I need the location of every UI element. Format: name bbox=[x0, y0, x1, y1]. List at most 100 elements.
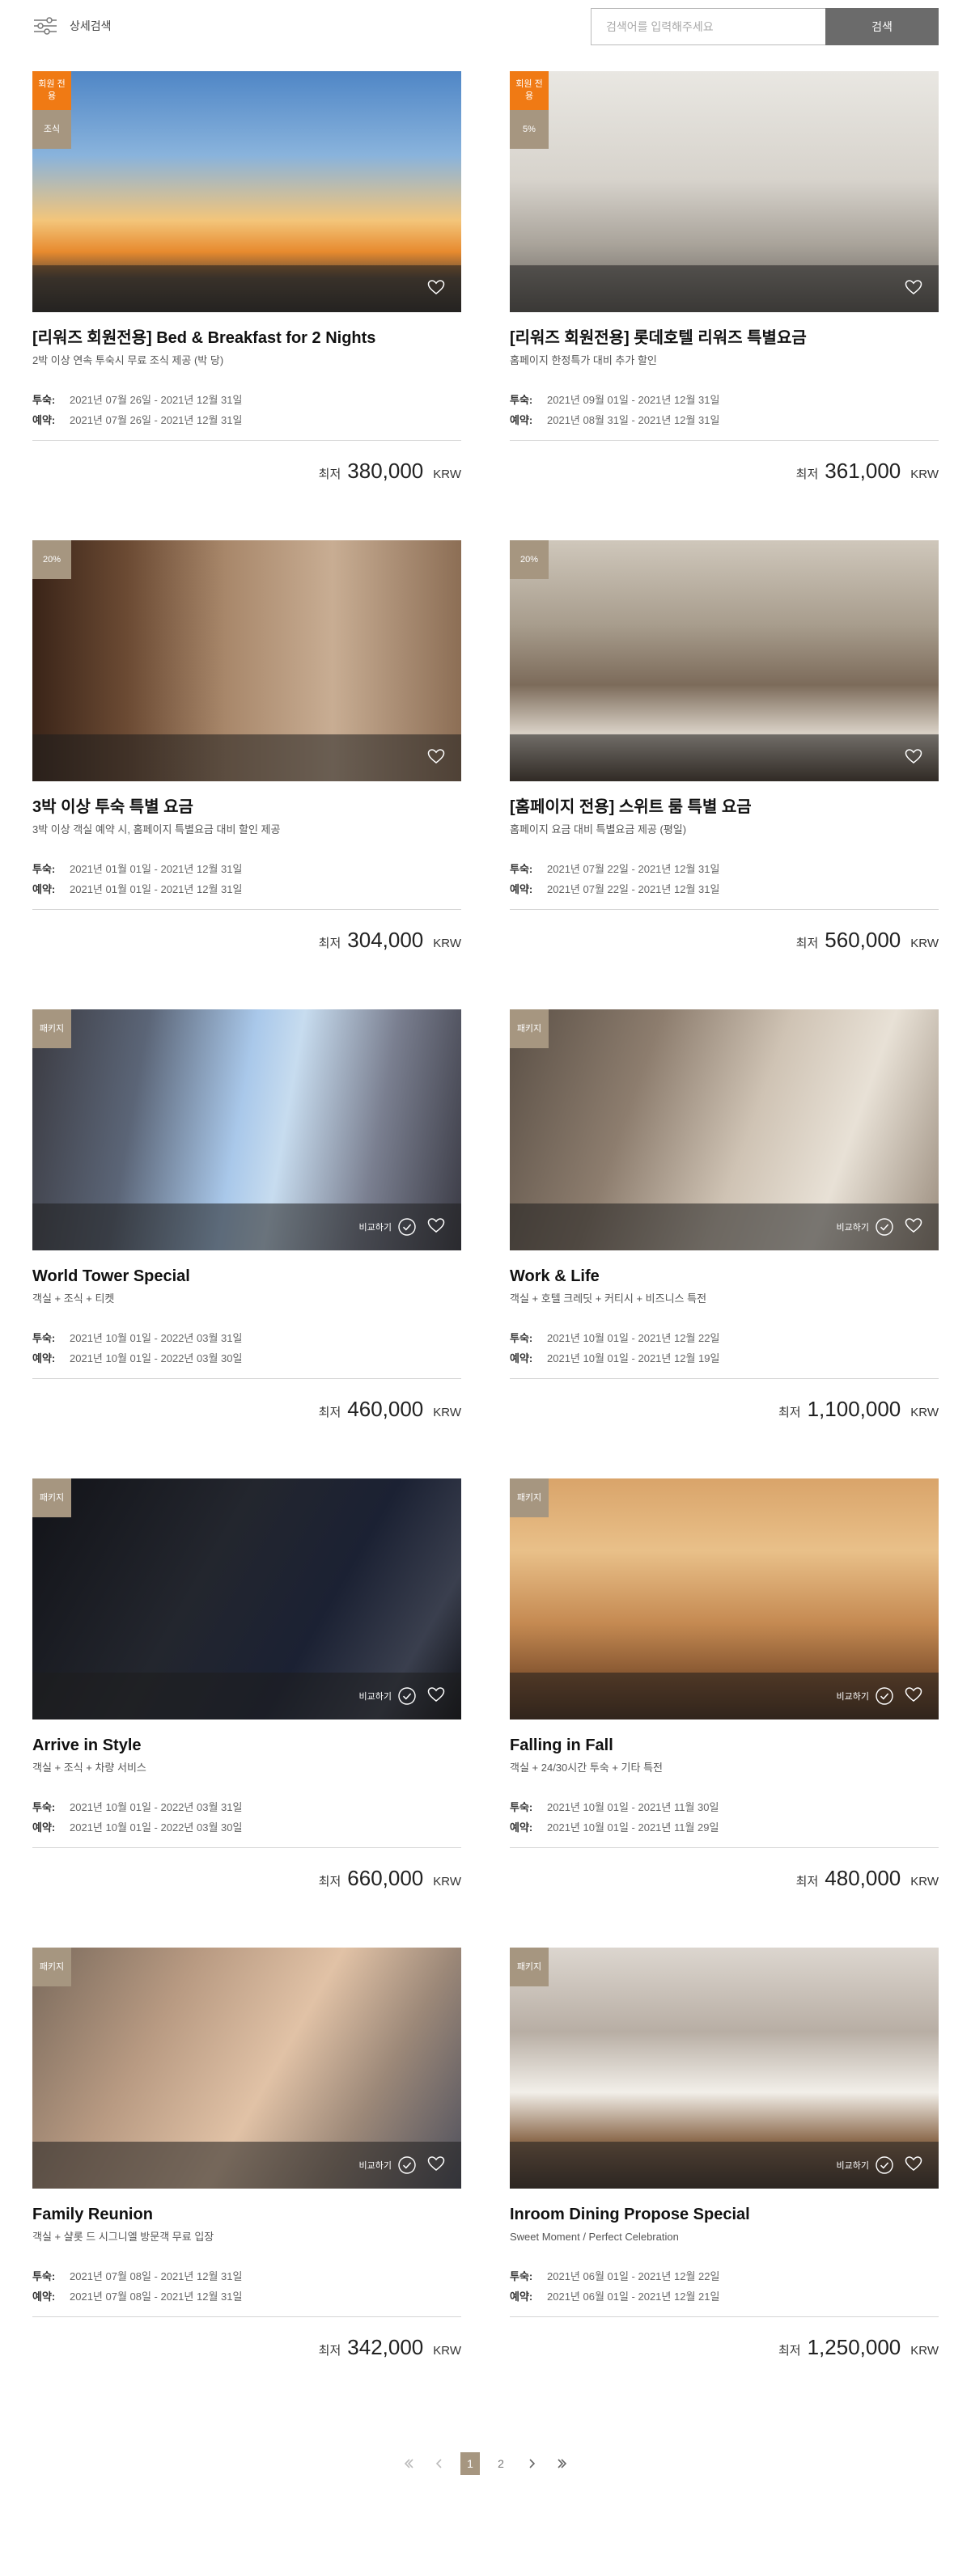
advanced-search-button[interactable]: 상세검색 bbox=[32, 16, 112, 36]
stay-period-dates: 2021년 07월 08일 - 2021년 12월 31일 bbox=[70, 2270, 243, 2282]
tag-stack: 20% bbox=[510, 540, 549, 579]
price-prefix: 최저 bbox=[318, 937, 341, 950]
stay-period-dates: 2021년 07월 26일 - 2021년 12월 31일 bbox=[70, 394, 243, 406]
wishlist-button[interactable] bbox=[903, 1215, 924, 1240]
compare-button[interactable]: 비교하기 bbox=[359, 1216, 418, 1237]
reservation-period: 예약: 2021년 07월 22일 - 2021년 12월 31일 bbox=[510, 879, 939, 899]
compare-button[interactable]: 비교하기 bbox=[359, 2155, 418, 2176]
stay-period: 투숙: 2021년 07월 26일 - 2021년 12월 31일 bbox=[32, 390, 461, 410]
stay-period-label: 투숙: bbox=[32, 1801, 56, 1813]
wishlist-button[interactable] bbox=[903, 1684, 924, 1709]
offer-title[interactable]: Arrive in Style bbox=[32, 1734, 461, 1757]
compare-button[interactable]: 비교하기 bbox=[837, 1686, 895, 1707]
offer-image[interactable]: 20% bbox=[32, 540, 461, 781]
offer-image[interactable]: 회원 전용 조식 bbox=[32, 71, 461, 312]
divider bbox=[510, 1847, 939, 1848]
offer-image[interactable]: 패키지 비교하기 bbox=[32, 1478, 461, 1719]
image-actions: 비교하기 bbox=[359, 1684, 447, 1708]
offer-title[interactable]: [홈페이지 전용] 스위트 룸 특별 요금 bbox=[510, 796, 939, 818]
wishlist-button[interactable] bbox=[426, 1215, 447, 1240]
reservation-period-label: 예약: bbox=[510, 1821, 533, 1834]
price: 최저 460,000 KRW bbox=[32, 1397, 461, 1422]
compare-button[interactable]: 비교하기 bbox=[359, 1686, 418, 1707]
offer-image[interactable]: 20% bbox=[510, 540, 939, 781]
wishlist-button[interactable] bbox=[903, 2153, 924, 2178]
offer-periods: 투숙: 2021년 01월 01일 - 2021년 12월 31일 예약: 2021년… bbox=[32, 859, 461, 899]
compare-label: 비교하기 bbox=[358, 1223, 392, 1233]
last-page-button[interactable] bbox=[553, 2452, 572, 2475]
search-input[interactable] bbox=[591, 8, 825, 45]
offer-title[interactable]: Inroom Dining Propose Special bbox=[510, 2203, 939, 2226]
offer-image[interactable]: 패키지 비교하기 bbox=[32, 1948, 461, 2189]
offer-title[interactable]: Family Reunion bbox=[32, 2203, 461, 2226]
page-1-button[interactable]: 1 bbox=[460, 2452, 480, 2475]
wishlist-button[interactable] bbox=[426, 2153, 447, 2178]
offer-title[interactable]: [리워즈 회원전용] 롯데호텔 리워즈 특별요금 bbox=[510, 327, 939, 349]
offer-image[interactable]: 회원 전용 5% bbox=[510, 71, 939, 312]
offer-tag: 조식 bbox=[32, 110, 71, 149]
offer-card: 패키지 비교하기 Work & Life 객실 + 호텔 크레딧 + 커티시 + 비즈… bbox=[510, 1009, 939, 1478]
offer-title[interactable]: Falling in Fall bbox=[510, 1734, 939, 1757]
price-value: 1,100,000 bbox=[807, 1397, 901, 1421]
wishlist-button[interactable] bbox=[903, 746, 924, 771]
wishlist-button[interactable] bbox=[426, 277, 447, 302]
first-page-button[interactable] bbox=[399, 2452, 418, 2475]
stay-period: 투숙: 2021년 10월 01일 - 2022년 03월 31일 bbox=[32, 1797, 461, 1817]
compare-button[interactable]: 비교하기 bbox=[837, 2155, 895, 2176]
divider bbox=[32, 440, 461, 441]
wishlist-button[interactable] bbox=[426, 746, 447, 771]
pagination: 1 2 bbox=[0, 2449, 971, 2478]
stay-period-label: 투숙: bbox=[32, 863, 56, 875]
heart-icon bbox=[905, 279, 922, 294]
price-currency: KRW bbox=[433, 467, 461, 481]
compare-button[interactable]: 비교하기 bbox=[837, 1216, 895, 1237]
stay-period: 투숙: 2021년 09월 01일 - 2021년 12월 31일 bbox=[510, 390, 939, 410]
price-value: 560,000 bbox=[825, 928, 901, 952]
check-circle-icon bbox=[876, 1687, 893, 1705]
stay-period-dates: 2021년 10월 01일 - 2022년 03월 31일 bbox=[70, 1332, 243, 1344]
offer-periods: 투숙: 2021년 10월 01일 - 2022년 03월 31일 예약: 2021년… bbox=[32, 1797, 461, 1838]
offer-image[interactable]: 패키지 비교하기 bbox=[510, 1478, 939, 1719]
stay-period: 투숙: 2021년 06월 01일 - 2021년 12월 22일 bbox=[510, 2266, 939, 2286]
price-currency: KRW bbox=[910, 1406, 939, 1419]
compare-label: 비교하기 bbox=[358, 2161, 392, 2171]
offer-description: 객실 + 24/30시간 투숙 + 기타 특전 bbox=[510, 1762, 663, 1774]
advanced-search-label: 상세검색 bbox=[70, 19, 112, 32]
prev-page-button[interactable] bbox=[430, 2452, 449, 2475]
next-page-button[interactable] bbox=[522, 2452, 541, 2475]
offer-title[interactable]: Work & Life bbox=[510, 1265, 939, 1288]
price-value: 361,000 bbox=[825, 459, 901, 483]
tag-stack: 패키지 bbox=[510, 1948, 549, 1986]
offer-periods: 투숙: 2021년 06월 01일 - 2021년 12월 22일 예약: 2021년… bbox=[510, 2266, 939, 2307]
price-value: 380,000 bbox=[347, 459, 424, 483]
offer-title[interactable]: [리워즈 회원전용] Bed & Breakfast for 2 Nights bbox=[32, 327, 461, 349]
reservation-period-label: 예약: bbox=[510, 883, 533, 895]
tag-stack: 패키지 bbox=[510, 1009, 549, 1048]
reservation-period: 예약: 2021년 10월 01일 - 2022년 03월 30일 bbox=[32, 1817, 461, 1838]
offer-image[interactable]: 패키지비교하기 bbox=[32, 1009, 461, 1250]
reservation-period: 예약: 2021년 06월 01일 - 2021년 12월 21일 bbox=[510, 2286, 939, 2307]
wishlist-button[interactable] bbox=[903, 277, 924, 302]
offer-title[interactable]: World Tower Special bbox=[32, 1265, 461, 1288]
divider bbox=[510, 2316, 939, 2317]
offer-description: Sweet Moment / Perfect Celebration bbox=[510, 2231, 679, 2243]
offer-title[interactable]: 3박 이상 투숙 특별 요금 bbox=[32, 796, 461, 818]
search-button[interactable]: 검색 bbox=[825, 8, 939, 45]
image-overlay bbox=[32, 265, 461, 312]
offer-image[interactable]: 패키지비교하기 bbox=[510, 1009, 939, 1250]
offer-card: 패키지 비교하기 Family Reunion 객실 + 샬롯 드 시그니엘 방문객 … bbox=[32, 1948, 461, 2417]
wishlist-button[interactable] bbox=[426, 1684, 447, 1709]
offer-tag: 패키지 bbox=[32, 1009, 71, 1048]
offer-card: 패키지 비교하기 Arrive in Style 객실 + 조식 + 차량 서비스 투숙… bbox=[32, 1478, 461, 1948]
price: 최저 560,000 KRW bbox=[510, 928, 939, 953]
offer-periods: 투숙: 2021년 09월 01일 - 2021년 12월 31일 예약: 2021년… bbox=[510, 390, 939, 430]
offer-image[interactable]: 패키지비교하기 bbox=[510, 1948, 939, 2189]
page-2-button[interactable]: 2 bbox=[491, 2452, 511, 2475]
offer-card: 20% 3박 이상 투숙 특별 요금 3박 이상 객실 예약 시, 홈페이지 특별요… bbox=[32, 540, 461, 1009]
offer-card: 패키지 비교하기 Falling in Fall 객실 + 24/30시간 투숙 + … bbox=[510, 1478, 939, 1948]
offer-card: 패키지비교하기 Inroom Dining Propose Special Swee… bbox=[510, 1948, 939, 2417]
divider bbox=[32, 2316, 461, 2317]
reservation-period-dates: 2021년 01월 01일 - 2021년 12월 31일 bbox=[70, 883, 243, 895]
offer-card: 20% [홈페이지 전용] 스위트 룸 특별 요금 홈페이지 요금 대비 특별요금 … bbox=[510, 540, 939, 1009]
offer-card: 패키지 비교하기 World Tower Special 객실 + 조식 + 티켓 투숙… bbox=[32, 1009, 461, 1478]
